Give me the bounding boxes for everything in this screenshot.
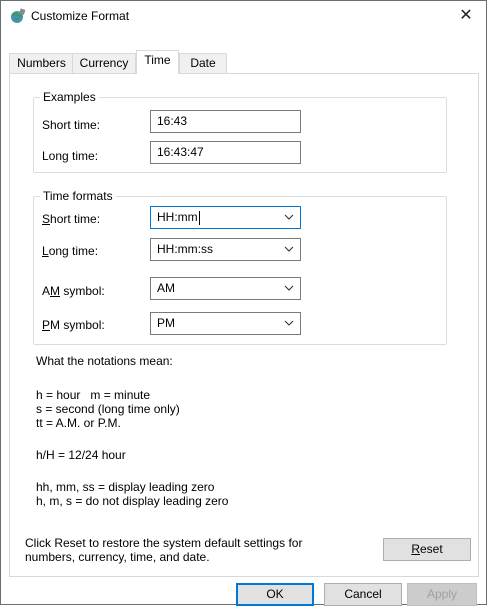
dialog-title: Customize Format — [31, 9, 130, 23]
notation-line: s = second (long time only) — [36, 402, 180, 416]
notations-heading: What the notations mean: — [36, 354, 173, 368]
am-symbol-label: AM symbol: — [42, 284, 105, 298]
chevron-down-icon — [284, 246, 294, 252]
notation-line: h, m, s = do not display leading zero — [36, 494, 229, 508]
close-button[interactable]: ✕ — [446, 1, 486, 31]
ok-button[interactable]: OK — [236, 583, 314, 606]
chevron-down-icon — [284, 285, 294, 291]
short-time-combobox[interactable]: HH:mm — [150, 206, 301, 229]
example-long-time-label: Long time: — [42, 149, 99, 163]
reset-description: Click Reset to restore the system defaul… — [25, 536, 303, 550]
notation-line: h/H = 12/24 hour — [36, 448, 126, 462]
tab-currency[interactable]: Currency — [72, 53, 136, 73]
customize-format-dialog: Customize Format ✕ Numbers Currency Time… — [0, 0, 487, 606]
close-icon: ✕ — [459, 7, 473, 24]
tab-time[interactable]: Time — [136, 50, 179, 74]
cancel-button[interactable]: Cancel — [324, 583, 402, 606]
reset-description-2: numbers, currency, time, and date. — [25, 550, 210, 564]
long-time-label: Long time: — [42, 244, 99, 258]
notation-line: hh, mm, ss = display leading zero — [36, 480, 215, 494]
time-formats-group-title: Time formats — [40, 189, 116, 203]
tab-date[interactable]: Date — [179, 53, 227, 73]
notation-line: tt = A.M. or P.M. — [36, 416, 121, 430]
globe-icon — [11, 8, 26, 23]
example-long-time-value: 16:43:47 — [150, 141, 301, 164]
title-bar: Customize Format ✕ — [1, 1, 486, 31]
chevron-down-icon — [284, 214, 294, 220]
am-symbol-combobox[interactable]: AM — [150, 277, 301, 300]
apply-button[interactable]: Apply — [407, 583, 477, 606]
time-tab-panel: Examples Short time: 16:43 Long time: 16… — [9, 73, 479, 577]
reset-button[interactable]: Reset — [383, 538, 471, 561]
pm-symbol-combobox[interactable]: PM — [150, 312, 301, 335]
pm-symbol-label: PM symbol: — [42, 318, 105, 332]
example-short-time-label: Short time: — [42, 118, 101, 132]
chevron-down-icon — [284, 320, 294, 326]
tab-numbers[interactable]: Numbers — [9, 53, 74, 73]
examples-group-title: Examples — [40, 90, 99, 104]
long-time-combobox[interactable]: HH:mm:ss — [150, 238, 301, 261]
short-time-label: Short time: — [42, 212, 101, 226]
example-short-time-value: 16:43 — [150, 110, 301, 133]
notation-line: h = hour m = minute — [36, 388, 151, 402]
